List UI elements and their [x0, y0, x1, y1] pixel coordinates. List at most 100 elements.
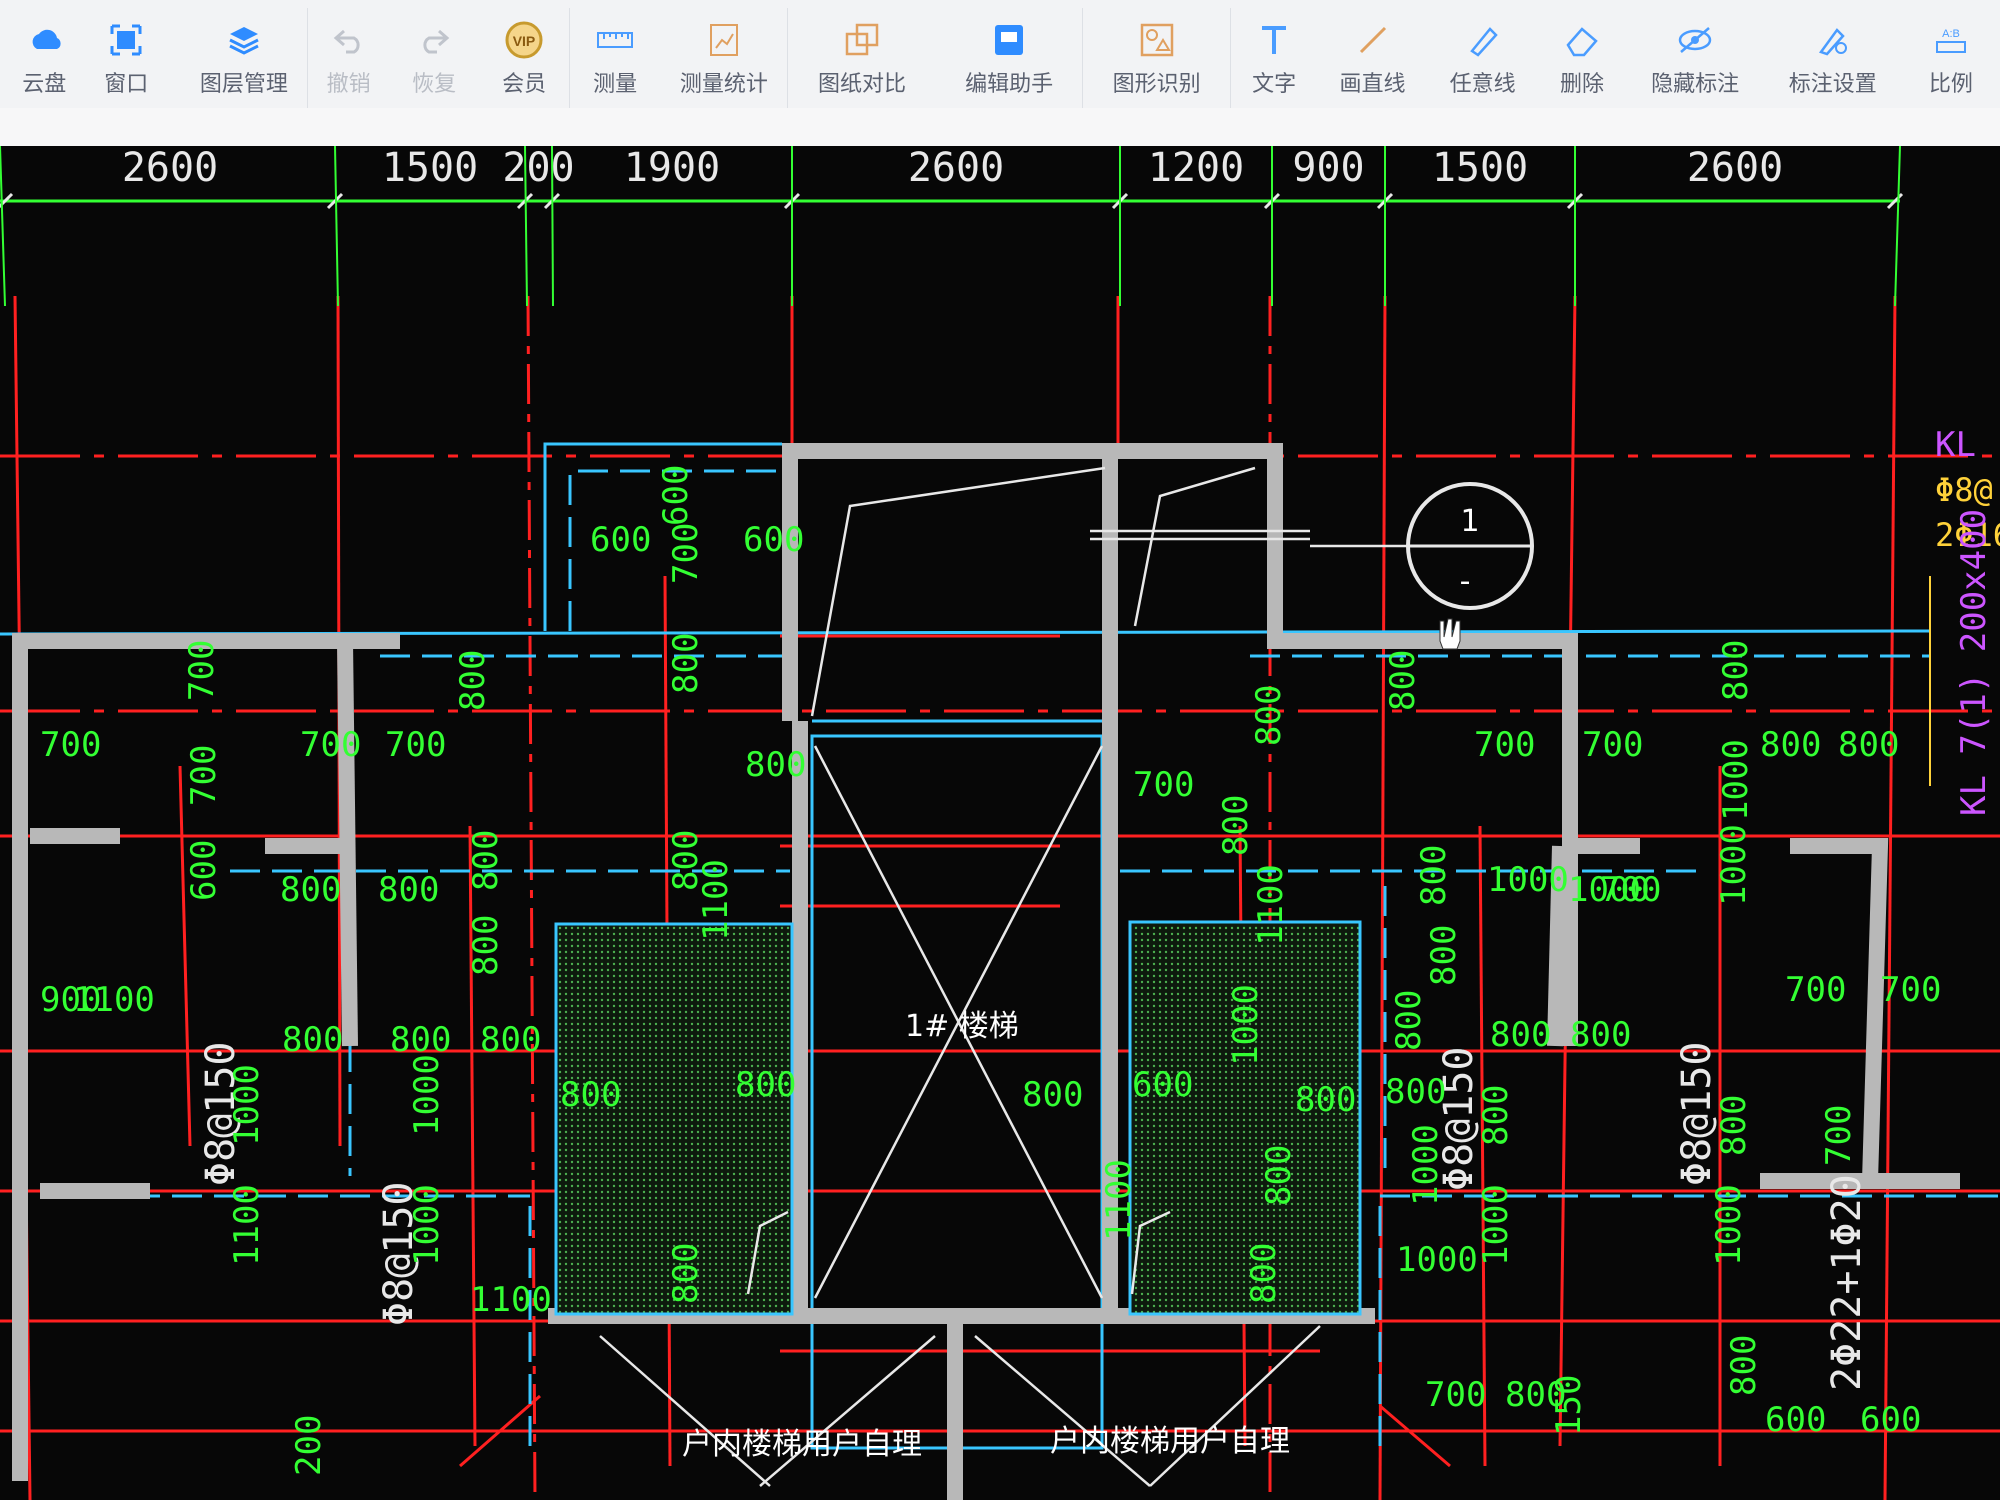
toolbar-item-text[interactable]: 文字 [1231, 8, 1318, 108]
dimension-number: 800 [280, 870, 341, 910]
toolbar-item-redo[interactable]: 恢复 [389, 8, 479, 108]
toolbar-item-layers[interactable]: 图层管理 [180, 8, 309, 108]
toolbar-item-vip[interactable]: VIP 会员 [479, 8, 570, 108]
compare-drawings-icon [842, 20, 882, 60]
toolbar: 云盘 窗口 图层管理 撤销 恢复 VIP 会员 测量 测量统计 图纸对比 编辑助手 图形识别 文字 画直线… [0, 0, 2000, 110]
dimension-number: 800 [1414, 845, 1454, 906]
dimension-number: 800 [1838, 725, 1899, 765]
toolbar-item-label: 标注设置 [1788, 72, 1877, 97]
dimension-number: 600 [590, 520, 651, 560]
dimension-number: 700 [300, 725, 361, 765]
dimension-number: 600 [184, 840, 224, 901]
toolbar-item-line[interactable]: 画直线 [1317, 8, 1427, 108]
section-marker-number: 1 [1460, 504, 1479, 539]
dimension-number: 1000 [1226, 984, 1266, 1066]
toolbar-item-edit-assistant[interactable]: 编辑助手 [936, 8, 1084, 108]
toolbar-item-scale[interactable]: A:B 比例 [1902, 8, 2000, 108]
toolbar-item-hide-annotation[interactable]: 隐藏标注 [1626, 8, 1764, 108]
toolbar-item-label: 图纸对比 [818, 72, 907, 97]
measure-stats-icon [704, 20, 744, 60]
toolbar-item-measure-stats[interactable]: 测量统计 [660, 8, 789, 108]
toolbar-item-freehand[interactable]: 任意线 [1428, 8, 1538, 108]
toolbar-item-undo[interactable]: 撤销 [308, 8, 389, 108]
hand-cursor-icon [1439, 618, 1461, 650]
dimension-number: 800 [1244, 1243, 1284, 1304]
dimension-number: 700 [1819, 1105, 1859, 1166]
toolbar-item-label: 画直线 [1339, 72, 1406, 97]
dimension-number: 700 [1785, 970, 1846, 1010]
dimension-number: 1000 [1406, 1124, 1446, 1206]
dimension-number: 600 [1765, 1400, 1826, 1440]
dimension-number: 800 [1259, 1145, 1299, 1206]
dimension-number: 800 [1476, 1085, 1516, 1146]
dimension-number: 600 [1132, 1065, 1193, 1105]
dimension-number: 1000 [1476, 1184, 1516, 1266]
cloud-disk-icon [26, 20, 66, 60]
dimension-number: 1100 [227, 1184, 267, 1266]
dimension-number: 700 [1425, 1375, 1486, 1415]
dimension-number: 800 [1490, 1015, 1551, 1055]
dimension-number: 1100 [696, 859, 736, 941]
dimension-number: 800 [282, 1020, 343, 1060]
dimension-number: 700 [182, 640, 222, 701]
dimension-number: 800 [480, 1020, 541, 1060]
walls [12, 443, 1960, 1500]
toolbar-item-measure[interactable]: 测量 [570, 8, 660, 108]
top-dimension-chain: 2600 1500 200 1900 2600 1200 900 1500 2600 [0, 146, 1904, 210]
shape-recognition-icon [1137, 20, 1177, 60]
floor-plan-drawing[interactable]: 2600 1500 200 1900 2600 1200 900 1500 2600 [0, 146, 2000, 1500]
axis-dimension-0: 2600 [122, 146, 218, 191]
dimension-number: 700 [1880, 970, 1941, 1010]
toolbar-item-eraser[interactable]: 删除 [1538, 8, 1627, 108]
dimension-number: 800 [1570, 1015, 1631, 1055]
axis-dimension-2: 200 [502, 146, 574, 191]
dimension-number: 800 [390, 1020, 451, 1060]
dimension-number: 800 [1724, 1335, 1764, 1396]
toolbar-item-shape-recognition[interactable]: 图形识别 [1083, 8, 1231, 108]
dimension-numbers: 600 600600700 700 700700700800 800700 700 800 8… [40, 465, 1941, 1476]
toolbar-item-cloud-disk[interactable]: 云盘 [0, 8, 72, 108]
cad-drawing-canvas[interactable]: 2600 1500 200 1900 2600 1200 900 1500 2600 [0, 146, 2000, 1500]
toolbar-item-label: 恢复 [412, 72, 457, 97]
dimension-number: 1100 [1099, 1159, 1139, 1241]
dimension-number: 600 [743, 520, 804, 560]
dimension-number: 800 [1383, 650, 1423, 711]
toolbar-item-label: 任意线 [1449, 72, 1516, 97]
toolbar-item-window[interactable]: 窗口 [72, 8, 180, 108]
toolbar-item-label: 测量 [593, 72, 638, 97]
dimension-number: 800 [560, 1075, 621, 1115]
dimension-number: 800 [1716, 640, 1756, 701]
beam-outlines [0, 442, 2000, 1450]
toolbar-item-label: 会员 [502, 72, 547, 97]
toolbar-item-label: 测量统计 [679, 72, 768, 97]
toolbar-item-compare-drawings[interactable]: 图纸对比 [788, 8, 936, 108]
room-label-left: 户内楼梯用户自理 [682, 1427, 922, 1462]
dimension-number: 200 [289, 1415, 329, 1476]
toolbar-item-annotation-settings[interactable]: 标注设置 [1764, 8, 1902, 108]
dimension-number: 150 [1549, 1375, 1589, 1436]
room-label-right: 户内楼梯用户自理 [1050, 1424, 1290, 1459]
redo-icon [414, 20, 454, 60]
svg-text:A:B: A:B [1942, 28, 1960, 40]
dimension-number: 1000 [1709, 1184, 1749, 1266]
dimension-number: 800 [1216, 795, 1256, 856]
dimension-number: 800 [1022, 1075, 1083, 1115]
scale-icon: A:B [1931, 20, 1971, 60]
dimension-number: 800 [1295, 1080, 1356, 1120]
dimension-number: 1000 [407, 1184, 447, 1266]
undo-icon [329, 20, 369, 60]
dimension-number: 700 [1582, 725, 1643, 765]
dimension-number: 800 [1385, 1072, 1446, 1112]
hide-annotation-icon [1675, 20, 1715, 60]
svg-text:VIP: VIP [513, 33, 536, 49]
dimension-number: 1000 [1716, 739, 1756, 821]
toolbar-item-label: 图层管理 [199, 72, 288, 97]
section-marker: 1 - [1406, 482, 1534, 610]
line-icon [1353, 20, 1393, 60]
toolbar-item-label: 隐藏标注 [1651, 72, 1740, 97]
dimension-number: 700 [1133, 765, 1194, 805]
dimension-number: 700 [184, 745, 224, 806]
axis-dimension-7: 1500 [1432, 146, 1528, 191]
dimension-number: 800 [1760, 725, 1821, 765]
text-icon [1254, 20, 1294, 60]
